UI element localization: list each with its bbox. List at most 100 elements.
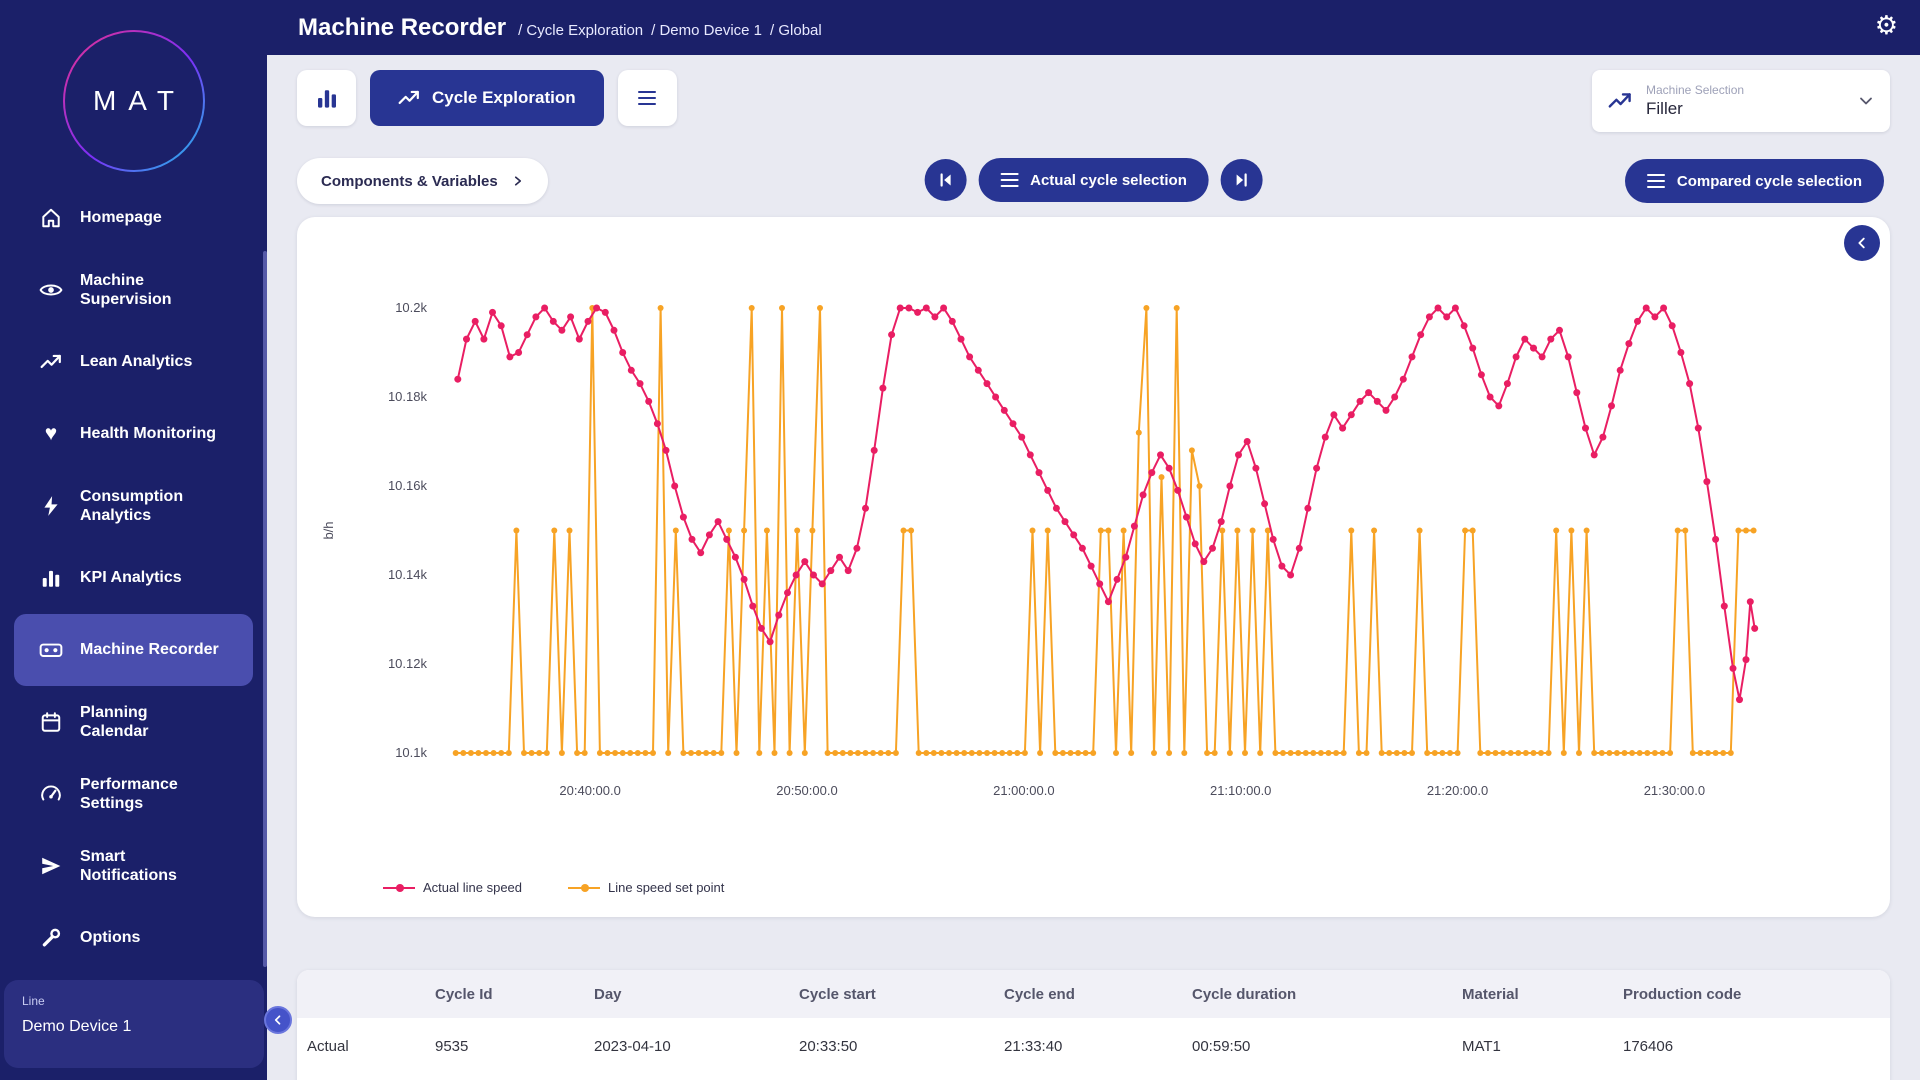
table-cell: 2023-04-10 [594,1038,799,1055]
sidebar-item-label: Planning Calendar [80,703,148,741]
table-cell: 20:33:50 [799,1038,1004,1055]
app-logo[interactable]: MAT [0,30,267,172]
legend-item-actual: Actual line speed [383,880,522,895]
chevron-down-icon [1858,93,1874,109]
cycle-exploration-tab[interactable]: Cycle Exploration [370,70,604,126]
breadcrumb-item: / Demo Device 1 [651,22,762,39]
home-icon [38,207,64,229]
legend-swatch-pink [383,887,415,889]
components-variables-button[interactable]: Components & Variables [297,158,548,204]
sidebar-item-label: Consumption Analytics [80,487,183,525]
table-header-row: Cycle Id Day Cycle start Cycle end Cycle… [297,970,1890,1018]
table-header-cell: Cycle duration [1192,986,1462,1003]
send-icon [38,855,64,877]
bar-chart-icon [315,86,339,110]
cycle-chart-card: 10.1k10.12k10.14k10.16k10.18k10.2k20:40:… [297,217,1890,917]
table-header-cell: Cycle start [799,986,1004,1003]
sidebar-item-lean-analytics[interactable]: Lean Analytics [14,326,253,398]
legend-item-setpoint: Line speed set point [568,880,724,895]
chart-panel-collapse-button[interactable] [1844,225,1880,261]
svg-text:10.18k: 10.18k [388,389,428,404]
sidebar-collapse-button[interactable] [264,1006,292,1034]
table-header-cell: Day [594,986,799,1003]
sidebar-item-planning-calendar[interactable]: Planning Calendar [14,686,253,758]
table-row: Actual 9535 2023-04-10 20:33:50 21:33:40… [297,1018,1890,1074]
components-variables-label: Components & Variables [321,173,498,190]
sidebar-item-label: Homepage [80,208,162,227]
skip-previous-icon [937,172,953,188]
svg-text:10.16k: 10.16k [388,478,428,493]
heart-icon: ♥ [38,422,64,446]
table-header-cell: Production code [1623,986,1890,1003]
machine-selection-dropdown[interactable]: Machine Selection Filler [1592,70,1890,132]
line-selector-card[interactable]: Line Demo Device 1 [4,980,264,1068]
svg-text:10.1k: 10.1k [395,745,427,760]
main-content: Cycle Exploration Machine Selection Fill… [267,55,1920,1080]
breadcrumb-item: / Cycle Exploration [518,22,643,39]
machine-selection-value: Filler [1646,99,1844,119]
legend-label: Actual line speed [423,880,522,895]
sidebar: MAT Homepage Machine Supervision Lean An… [0,0,267,1080]
table-cell: MAT1 [1462,1038,1623,1055]
svg-text:21:30:00.0: 21:30:00.0 [1644,783,1705,798]
cycle-table: Cycle Id Day Cycle start Cycle end Cycle… [297,970,1890,1080]
bar-chart-icon [38,567,64,589]
view-toolbar: Cycle Exploration Machine Selection Fill… [297,70,1890,132]
sidebar-item-options[interactable]: Options [14,902,253,974]
svg-text:10.14k: 10.14k [388,567,428,582]
row-label: Actual [307,1038,435,1055]
svg-text:b/h: b/h [321,521,336,539]
table-cell: 21:33:40 [1004,1038,1192,1055]
actual-cycle-selection-label: Actual cycle selection [1030,172,1187,189]
svg-text:20:40:00.0: 20:40:00.0 [559,783,620,798]
sidebar-item-kpi-analytics[interactable]: KPI Analytics [14,542,253,614]
line-value: Demo Device 1 [22,1018,246,1036]
svg-text:21:00:00.0: 21:00:00.0 [993,783,1054,798]
sidebar-item-label: Smart Notifications [80,847,177,885]
compared-cycle-selection-button[interactable]: Compared cycle selection [1625,159,1884,203]
sidebar-item-performance-settings[interactable]: Performance Settings [14,758,253,830]
table-header-cell: Cycle end [1004,986,1192,1003]
compared-cycle-selection-label: Compared cycle selection [1677,173,1862,190]
settings-gear-icon[interactable]: ⚙ [1875,12,1898,38]
sidebar-nav: Homepage Machine Supervision Lean Analyt… [0,182,267,974]
sidebar-item-label: Options [80,928,140,947]
trend-up-icon [38,351,64,373]
svg-text:21:10:00.0: 21:10:00.0 [1210,783,1271,798]
eye-icon [38,279,64,301]
calendar-icon [38,711,64,733]
table-header-cell: Material [1462,986,1623,1003]
legend-swatch-orange [568,887,600,889]
svg-text:21:20:00.0: 21:20:00.0 [1427,783,1488,798]
sidebar-item-consumption-analytics[interactable]: Consumption Analytics [14,470,253,542]
svg-text:10.2k: 10.2k [395,300,427,315]
page-title: Machine Recorder [298,14,506,42]
sidebar-item-label: Machine Recorder [80,640,219,659]
sidebar-item-label: Lean Analytics [80,352,192,371]
svg-text:20:50:00.0: 20:50:00.0 [776,783,837,798]
previous-cycle-button[interactable] [924,159,966,201]
sidebar-item-machine-supervision[interactable]: Machine Supervision [14,254,253,326]
machine-selection-label: Machine Selection [1646,83,1844,97]
sidebar-item-homepage[interactable]: Homepage [14,182,253,254]
bar-chart-view-button[interactable] [297,70,356,126]
line-label: Line [22,994,246,1008]
menu-icon [1647,174,1665,189]
sidebar-item-machine-recorder[interactable]: Machine Recorder [14,614,253,686]
sidebar-scrollbar[interactable] [263,251,267,967]
recorder-icon [38,639,64,661]
chevron-right-icon [512,175,524,187]
trend-up-icon [398,87,420,109]
cycle-exploration-label: Cycle Exploration [432,88,576,108]
table-header-cell: Cycle Id [435,986,594,1003]
legend-label: Line speed set point [608,880,724,895]
next-cycle-button[interactable] [1221,159,1263,201]
table-cell: 00:59:50 [1192,1038,1462,1055]
sidebar-item-smart-notifications[interactable]: Smart Notifications [14,830,253,902]
sidebar-item-health-monitoring[interactable]: ♥ Health Monitoring [14,398,253,470]
gauge-icon [38,783,64,805]
selection-toolbar: Components & Variables Actual cycle sele… [297,158,1890,204]
actual-cycle-selection-button[interactable]: Actual cycle selection [978,158,1209,202]
menu-view-button[interactable] [618,70,677,126]
logo-text: MAT [81,85,186,117]
